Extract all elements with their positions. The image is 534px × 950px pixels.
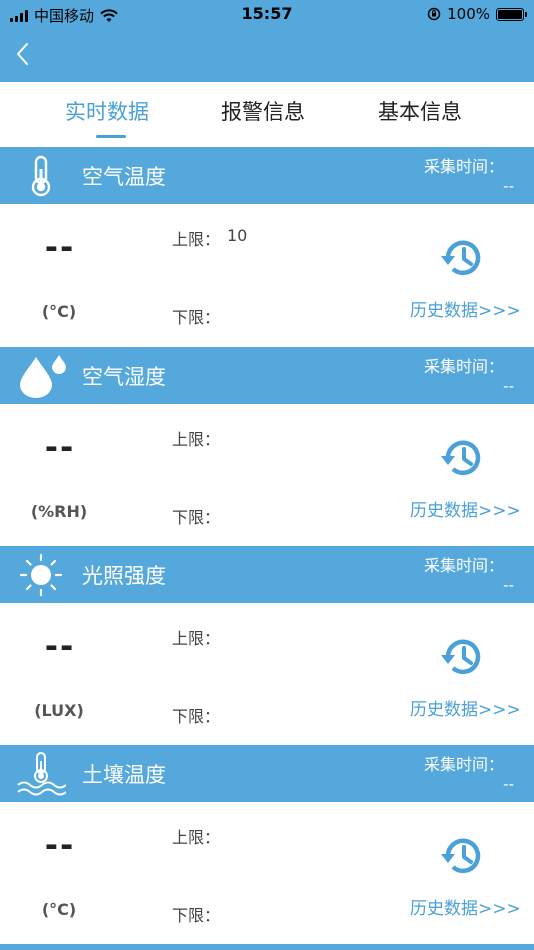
tab-alarm-info[interactable]: 报警信息	[221, 96, 305, 126]
sensor-body: -- (%RH) 上限： 下限： 历史数据>>>	[0, 404, 534, 546]
lower-limit-label: 下限：	[172, 508, 221, 527]
sensor-header: 土壤温度 采集时间： --	[0, 745, 534, 802]
upper-limit-label: 上限：	[172, 828, 221, 847]
sensor-title: 光照强度	[82, 564, 166, 588]
sensor-card-soil-temperature: 土壤温度 采集时间： -- -- (°C) 上限： 下限： 历史数据>>>	[0, 745, 534, 944]
history-data-link[interactable]: 历史数据>>>	[410, 496, 521, 521]
sensor-title: 空气湿度	[82, 365, 166, 389]
upper-limit-value: 10	[227, 226, 248, 245]
status-bar: 中国移动 15:57 100%	[0, 0, 534, 28]
sensor-card-light-intensity: 光照强度 采集时间： -- -- (LUX) 上限： 下限： 历史数据>>>	[0, 546, 534, 745]
history-icon[interactable]	[440, 635, 486, 679]
sensor-value: --	[44, 228, 76, 266]
sensor-unit: (°C)	[41, 900, 77, 919]
history-icon[interactable]	[440, 834, 486, 878]
next-section-header-edge	[0, 944, 534, 950]
collect-time-label: 采集时间：	[423, 157, 504, 176]
sensor-card-air-humidity: 空气湿度 采集时间： -- -- (%RH) 上限： 下限： 历史数据>>>	[0, 347, 534, 546]
sensor-title: 空气温度	[82, 165, 166, 189]
sensor-value: --	[44, 428, 76, 466]
upper-limit-label: 上限：	[172, 629, 221, 648]
history-icon[interactable]	[440, 436, 486, 480]
sensor-body: -- (°C) 上限： 10 下限： 历史数据>>>	[0, 204, 534, 346]
back-button[interactable]	[12, 40, 36, 68]
collect-time-label: 采集时间：	[423, 556, 504, 575]
lower-limit-label: 下限：	[172, 707, 221, 726]
soil-thermometer-icon	[17, 752, 66, 796]
sensor-body: -- (LUX) 上限： 下限： 历史数据>>>	[0, 603, 534, 745]
upper-limit-label: 上限：	[172, 230, 221, 249]
history-data-link[interactable]: 历史数据>>>	[410, 296, 521, 321]
rotation-lock-icon	[427, 7, 441, 21]
battery-icon	[496, 7, 527, 21]
lower-limit-label: 下限：	[172, 906, 221, 925]
upper-limit-label: 上限：	[172, 430, 221, 449]
collect-time-label: 采集时间：	[423, 755, 504, 774]
collect-time-value: --	[503, 177, 514, 195]
status-right: 100%	[427, 5, 527, 23]
sensor-header: 光照强度 采集时间： --	[0, 546, 534, 603]
water-drops-icon	[20, 355, 66, 398]
app-header: 中国移动 15:57 100%	[0, 0, 534, 82]
sensor-header: 空气温度 采集时间： --	[0, 147, 534, 204]
sun-icon	[19, 553, 63, 597]
sensor-body: -- (°C) 上限： 下限： 历史数据>>>	[0, 802, 534, 944]
history-data-link[interactable]: 历史数据>>>	[410, 894, 521, 919]
sensor-unit: (°C)	[41, 302, 77, 321]
lower-limit-label: 下限：	[172, 308, 221, 327]
thermometer-icon	[31, 155, 51, 197]
tab-basic-info[interactable]: 基本信息	[378, 96, 462, 126]
tab-bar: 实时数据 报警信息 基本信息	[0, 82, 534, 146]
collect-time-value: --	[503, 576, 514, 594]
sensor-value: --	[44, 627, 76, 665]
sensor-unit: (%RH)	[30, 502, 88, 521]
collect-time-label: 采集时间：	[423, 357, 504, 376]
battery-percent: 100%	[447, 5, 490, 23]
sensor-card-air-temperature: 空气温度 采集时间： -- -- (°C) 上限： 10 下限： 历史数据>>>	[0, 147, 534, 346]
sensor-header: 空气湿度 采集时间： --	[0, 347, 534, 404]
sensor-value: --	[44, 826, 76, 864]
sensor-title: 土壤温度	[82, 763, 166, 787]
history-icon[interactable]	[440, 236, 486, 280]
tab-realtime-data[interactable]: 实时数据	[65, 96, 149, 126]
active-tab-indicator	[96, 135, 126, 138]
history-data-link[interactable]: 历史数据>>>	[410, 695, 521, 720]
collect-time-value: --	[503, 377, 514, 395]
sensor-unit: (LUX)	[34, 701, 84, 720]
collect-time-value: --	[503, 775, 514, 793]
